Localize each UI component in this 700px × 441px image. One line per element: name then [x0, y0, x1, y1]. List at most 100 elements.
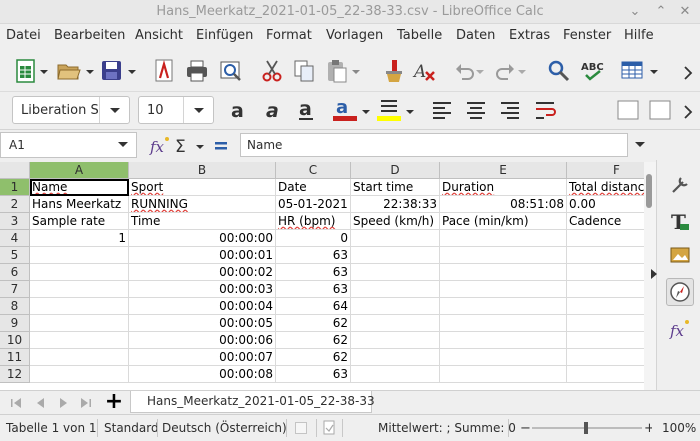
- cell-f3[interactable]: Cadence: [567, 213, 656, 230]
- menu-ansicht[interactable]: Ansicht: [135, 28, 183, 43]
- cell-f2[interactable]: 0.00: [567, 196, 656, 213]
- sheet-tab[interactable]: Hans_Meerkatz_2021-01-05_22-38-33: [130, 391, 375, 413]
- cell-f8[interactable]: [567, 298, 656, 315]
- sum-icon[interactable]: Σ: [174, 134, 194, 160]
- font-name-combo[interactable]: Liberation S: [12, 96, 130, 124]
- cell-f1[interactable]: Total distanc: [567, 179, 656, 196]
- cell-b1[interactable]: Sport: [129, 179, 276, 196]
- cell-b7[interactable]: 00:00:03: [129, 281, 276, 298]
- zoom-slider[interactable]: − +: [520, 421, 652, 435]
- cell-d2[interactable]: 22:38:33: [351, 196, 440, 213]
- cell-a2[interactable]: Hans Meerkatz: [30, 196, 129, 213]
- cell-a1[interactable]: Name: [30, 179, 129, 196]
- cell-a12[interactable]: [30, 366, 129, 383]
- cell-c8[interactable]: 64: [276, 298, 351, 315]
- cell-c12[interactable]: 63: [276, 366, 351, 383]
- minimize-button[interactable]: ⌄: [626, 3, 644, 21]
- chevron-down-icon[interactable]: [40, 68, 48, 76]
- underline-icon[interactable]: a: [296, 97, 320, 123]
- menu-extras[interactable]: Extras: [509, 28, 550, 43]
- copy-icon[interactable]: [292, 58, 316, 84]
- cell-d5[interactable]: [351, 247, 440, 264]
- row-header[interactable]: 6: [0, 264, 30, 281]
- cell-b4[interactable]: 00:00:00: [129, 230, 276, 247]
- cell-b6[interactable]: 00:00:02: [129, 264, 276, 281]
- clone-formatting-icon[interactable]: [380, 58, 404, 84]
- cell-d4[interactable]: [351, 230, 440, 247]
- cell-f5[interactable]: [567, 247, 656, 264]
- cell-f6[interactable]: [567, 264, 656, 281]
- chevron-down-icon[interactable]: [650, 68, 658, 76]
- cell-e12[interactable]: [440, 366, 567, 383]
- cell-a7[interactable]: [30, 281, 129, 298]
- new-spreadsheet-icon[interactable]: [14, 58, 38, 84]
- highlight-color-icon[interactable]: [376, 95, 402, 121]
- maximize-button[interactable]: ⌃: [652, 3, 670, 21]
- sidebar-collapse-icon[interactable]: [651, 268, 657, 279]
- row-header[interactable]: 1: [0, 179, 30, 196]
- next-sheet-icon[interactable]: [56, 396, 72, 410]
- cell-b8[interactable]: 00:00:04: [129, 298, 276, 315]
- more-options-icon[interactable]: [682, 97, 698, 123]
- align-left-icon[interactable]: [430, 97, 454, 123]
- document-modified-icon[interactable]: [322, 420, 336, 436]
- wrap-text-icon[interactable]: [534, 97, 560, 123]
- menu-bearbeiten[interactable]: Bearbeiten: [54, 28, 125, 43]
- vertical-scroll-thumb[interactable]: [646, 174, 652, 208]
- cell-a10[interactable]: [30, 332, 129, 349]
- open-folder-icon[interactable]: [56, 58, 82, 84]
- previous-sheet-icon[interactable]: [32, 396, 48, 410]
- function-wizard-icon[interactable]: fx: [148, 134, 172, 160]
- cell-a8[interactable]: [30, 298, 129, 315]
- bold-icon[interactable]: a: [228, 97, 252, 123]
- cell-b9[interactable]: 00:00:05: [129, 315, 276, 332]
- cell-c10[interactable]: 62: [276, 332, 351, 349]
- chevron-down-icon[interactable]: [406, 108, 414, 116]
- cell-d3[interactable]: Speed (km/h): [351, 213, 440, 230]
- export-pdf-icon[interactable]: [152, 58, 176, 84]
- cell-f7[interactable]: [567, 281, 656, 298]
- cell-e5[interactable]: [440, 247, 567, 264]
- chevron-down-icon[interactable]: [183, 97, 213, 123]
- cell-e9[interactable]: [440, 315, 567, 332]
- cell-e11[interactable]: [440, 349, 567, 366]
- cell-f11[interactable]: [567, 349, 656, 366]
- print-icon[interactable]: [184, 58, 210, 84]
- menu-fenster[interactable]: Fenster: [563, 28, 611, 43]
- row-header[interactable]: 3: [0, 213, 30, 230]
- cell-d7[interactable]: [351, 281, 440, 298]
- chevron-down-icon[interactable]: [196, 143, 204, 151]
- last-sheet-icon[interactable]: [78, 396, 94, 410]
- chevron-down-icon[interactable]: [86, 68, 94, 76]
- close-button[interactable]: ✕: [676, 3, 694, 21]
- chevron-down-icon[interactable]: [632, 132, 648, 158]
- font-color-icon[interactable]: a: [332, 95, 358, 121]
- row-header[interactable]: 4: [0, 230, 30, 247]
- merge-center-icon[interactable]: [648, 97, 672, 123]
- language[interactable]: Deutsch (Österreich): [162, 421, 287, 435]
- row-header[interactable]: 12: [0, 366, 30, 383]
- cell-b3[interactable]: Time: [129, 213, 276, 230]
- select-all-corner[interactable]: [0, 162, 30, 179]
- cell-c5[interactable]: 63: [276, 247, 351, 264]
- cell-a9[interactable]: [30, 315, 129, 332]
- chevron-down-icon[interactable]: [362, 108, 370, 116]
- styles-icon[interactable]: T: [669, 210, 691, 234]
- cell-c3[interactable]: HR (bpm): [276, 213, 351, 230]
- cell-e4[interactable]: [440, 230, 567, 247]
- row-header[interactable]: 9: [0, 315, 30, 332]
- cell-d1[interactable]: Start time: [351, 179, 440, 196]
- cell-e2[interactable]: 08:51:08: [440, 196, 567, 213]
- first-sheet-icon[interactable]: [8, 396, 24, 410]
- sheet-position[interactable]: Tabelle 1 von 1: [6, 421, 97, 435]
- menu-vorlagen[interactable]: Vorlagen: [326, 28, 383, 43]
- cell-b2[interactable]: RUNNING: [129, 196, 276, 213]
- save-icon[interactable]: [100, 58, 124, 84]
- column-header-e[interactable]: E: [440, 162, 567, 179]
- cell-c11[interactable]: 62: [276, 349, 351, 366]
- row-header[interactable]: 2: [0, 196, 30, 213]
- cell-d10[interactable]: [351, 332, 440, 349]
- formula-equals-icon[interactable]: [212, 134, 230, 160]
- properties-icon[interactable]: [669, 174, 691, 196]
- column-header-c[interactable]: C: [276, 162, 351, 179]
